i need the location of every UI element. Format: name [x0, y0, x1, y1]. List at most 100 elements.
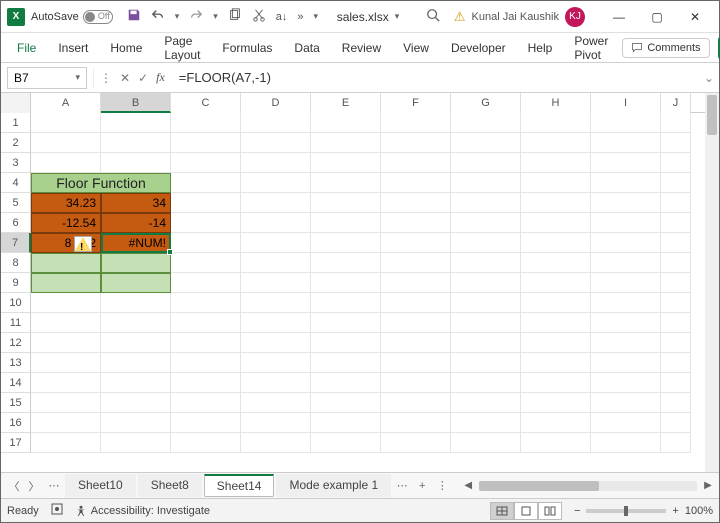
row-header-13[interactable]: 13 — [1, 353, 31, 373]
user-account[interactable]: ⚠ Kunal Jai Kaushik KJ — [454, 7, 585, 27]
cell-H8[interactable] — [521, 253, 591, 273]
sort-asc-icon[interactable]: a↓ — [276, 11, 288, 23]
comments-button[interactable]: Comments — [622, 38, 709, 58]
cell-C6[interactable] — [171, 213, 241, 233]
cell-G1[interactable] — [451, 113, 521, 133]
cell-J8[interactable] — [661, 253, 691, 273]
cell-B14[interactable] — [101, 373, 171, 393]
tab-formulas[interactable]: Formulas — [212, 35, 282, 61]
cell-J3[interactable] — [661, 153, 691, 173]
sheet-nav-next[interactable]: 〉 — [25, 478, 43, 494]
cell-C2[interactable] — [171, 133, 241, 153]
cell-A12[interactable] — [31, 333, 101, 353]
cell-F9[interactable] — [381, 273, 451, 293]
tab-insert[interactable]: Insert — [48, 35, 98, 61]
cell-G8[interactable] — [451, 253, 521, 273]
cell-G11[interactable] — [451, 313, 521, 333]
cell-I16[interactable] — [591, 413, 661, 433]
row-header-7[interactable]: 7 — [1, 233, 31, 253]
cell-C12[interactable] — [171, 333, 241, 353]
cell-E12[interactable] — [311, 333, 381, 353]
cell-C9[interactable] — [171, 273, 241, 293]
row-header-4[interactable]: 4 — [1, 173, 31, 193]
cell-A17[interactable] — [31, 433, 101, 453]
cell-I5[interactable] — [591, 193, 661, 213]
row-header-14[interactable]: 14 — [1, 373, 31, 393]
name-box[interactable]: B7 ▾ — [7, 67, 87, 89]
cell-G6[interactable] — [451, 213, 521, 233]
cell-G5[interactable] — [451, 193, 521, 213]
cell-I13[interactable] — [591, 353, 661, 373]
cell-D8[interactable] — [241, 253, 311, 273]
cell-B16[interactable] — [101, 413, 171, 433]
cell-F5[interactable] — [381, 193, 451, 213]
row-header-11[interactable]: 11 — [1, 313, 31, 333]
sheet-nav-more[interactable]: ⋯ — [45, 479, 63, 492]
cell-I17[interactable] — [591, 433, 661, 453]
tab-view[interactable]: View — [393, 35, 439, 61]
redo-icon[interactable] — [189, 8, 203, 25]
cell-F4[interactable] — [381, 173, 451, 193]
row-header-15[interactable]: 15 — [1, 393, 31, 413]
cell-A13[interactable] — [31, 353, 101, 373]
cell-C14[interactable] — [171, 373, 241, 393]
cell-G10[interactable] — [451, 293, 521, 313]
column-header-J[interactable]: J — [661, 93, 691, 113]
cell-A9[interactable] — [31, 273, 101, 293]
cell-E17[interactable] — [311, 433, 381, 453]
sheet-tab-sheet10[interactable]: Sheet10 — [65, 474, 136, 497]
cell-E10[interactable] — [311, 293, 381, 313]
cell-J11[interactable] — [661, 313, 691, 333]
cell-G2[interactable] — [451, 133, 521, 153]
row-header-9[interactable]: 9 — [1, 273, 31, 293]
cell-E9[interactable] — [311, 273, 381, 293]
cell-C10[interactable] — [171, 293, 241, 313]
cell-D1[interactable] — [241, 113, 311, 133]
cell-E8[interactable] — [311, 253, 381, 273]
cell-A4[interactable]: Floor Function — [31, 173, 171, 193]
cell-J6[interactable] — [661, 213, 691, 233]
cell-G16[interactable] — [451, 413, 521, 433]
cell-G4[interactable] — [451, 173, 521, 193]
cell-H13[interactable] — [521, 353, 591, 373]
cell-D14[interactable] — [241, 373, 311, 393]
cell-C7[interactable] — [171, 233, 241, 253]
hscroll-right[interactable]: ▶ — [701, 479, 715, 493]
cell-F11[interactable] — [381, 313, 451, 333]
cell-F3[interactable] — [381, 153, 451, 173]
cell-F15[interactable] — [381, 393, 451, 413]
cell-F1[interactable] — [381, 113, 451, 133]
cell-A3[interactable] — [31, 153, 101, 173]
cell-F12[interactable] — [381, 333, 451, 353]
cell-G13[interactable] — [451, 353, 521, 373]
cell-J16[interactable] — [661, 413, 691, 433]
tab-developer[interactable]: Developer — [441, 35, 516, 61]
horizontal-scrollbar[interactable]: ◀ ▶ — [461, 479, 715, 493]
cell-H5[interactable] — [521, 193, 591, 213]
toggle-switch[interactable]: Off — [83, 10, 113, 24]
search-icon[interactable] — [426, 8, 440, 25]
select-all-corner[interactable] — [1, 93, 31, 113]
sheet-nav-prev[interactable]: 〈 — [5, 478, 23, 494]
cell-G15[interactable] — [451, 393, 521, 413]
cell-A8[interactable] — [31, 253, 101, 273]
cell-H16[interactable] — [521, 413, 591, 433]
cell-J5[interactable] — [661, 193, 691, 213]
row-header-8[interactable]: 8 — [1, 253, 31, 273]
cell-I12[interactable] — [591, 333, 661, 353]
cell-J7[interactable] — [661, 233, 691, 253]
cell-B1[interactable] — [101, 113, 171, 133]
zoom-slider[interactable] — [586, 509, 666, 513]
cell-C8[interactable] — [171, 253, 241, 273]
cell-D16[interactable] — [241, 413, 311, 433]
hscroll-thumb[interactable] — [479, 481, 599, 491]
cell-D5[interactable] — [241, 193, 311, 213]
cell-I4[interactable] — [591, 173, 661, 193]
cell-C15[interactable] — [171, 393, 241, 413]
row-header-16[interactable]: 16 — [1, 413, 31, 433]
cell-I7[interactable] — [591, 233, 661, 253]
cell-J12[interactable] — [661, 333, 691, 353]
view-page-layout[interactable] — [514, 502, 538, 520]
cell-B2[interactable] — [101, 133, 171, 153]
cell-F13[interactable] — [381, 353, 451, 373]
